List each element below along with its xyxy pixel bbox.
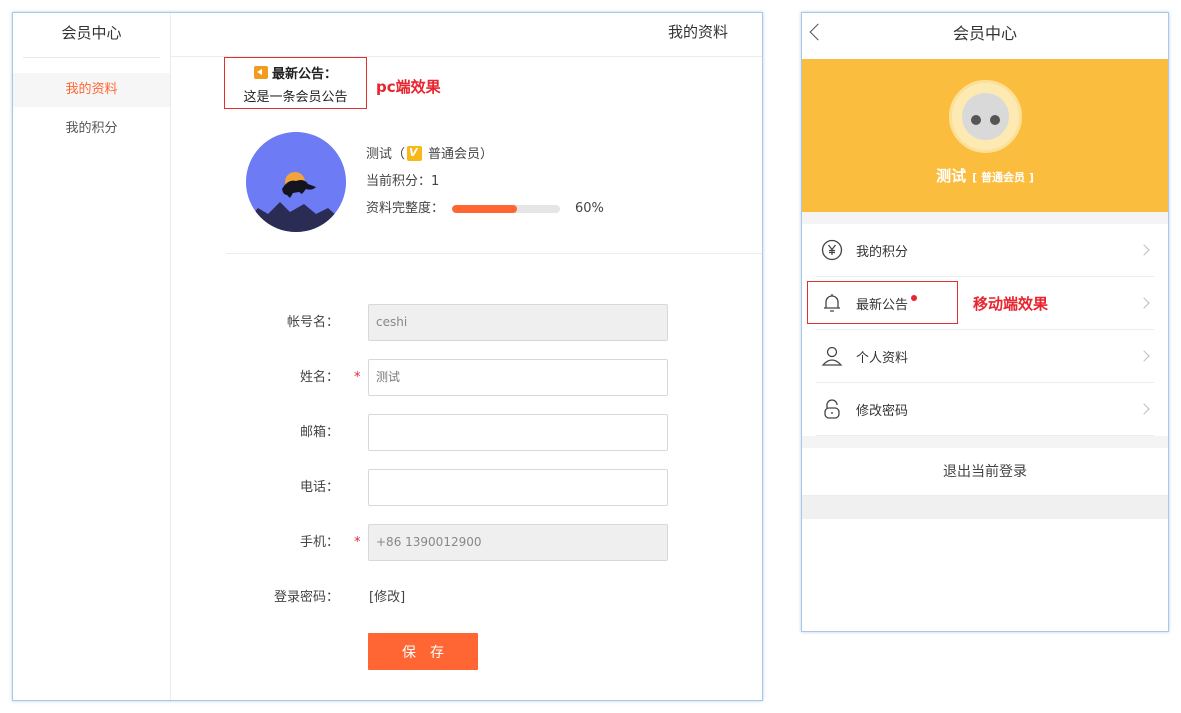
mobile-effect-tag: 移动端效果 [973, 295, 1049, 313]
change-password-link[interactable]: [修改] [369, 579, 405, 616]
mobile-panel: 会员中心 测试[ 普通会员 ] 我的积分 最新公告 个人资料 修改密码 移动端效… [801, 12, 1169, 632]
account-field: ceshi [368, 304, 668, 341]
form-row-email: 邮箱： [171, 414, 731, 451]
avatar [246, 132, 346, 232]
skull-icon [962, 93, 1009, 140]
form-row-name: 姓名： * 测试 [171, 359, 731, 396]
section-gap [802, 212, 1168, 224]
profile-name-suffix: ） [480, 147, 494, 162]
password-label: 登录密码： [273, 590, 339, 605]
phone-field[interactable] [368, 469, 668, 506]
divider [226, 253, 762, 254]
mobile-member-level: [ 普通会员 ] [972, 171, 1034, 184]
form-row-account: 帐号名： ceshi [171, 304, 731, 341]
name-label: 姓名： [299, 370, 339, 385]
footer-gap [802, 496, 1168, 519]
menu-item-password[interactable]: 修改密码 [816, 383, 1154, 436]
section-gap [802, 436, 1168, 448]
email-field[interactable] [368, 414, 668, 451]
completeness-progress-bar [452, 204, 561, 213]
notice-box: 最新公告： 这是一条会员公告 [224, 57, 367, 109]
member-level: 普通会员 [428, 147, 481, 162]
form-row-password: 登录密码： [修改] [171, 579, 731, 616]
sidebar-title: 会员中心 [23, 13, 160, 58]
required-mark: * [354, 370, 361, 385]
chevron-right-icon [1138, 403, 1150, 415]
profile-banner: 测试[ 普通会员 ] [802, 59, 1168, 212]
points-value: 1 [431, 174, 440, 189]
form-row-phone: 电话： [171, 469, 731, 506]
completeness-label: 资料完整度： [366, 201, 445, 216]
lock-icon [819, 396, 845, 422]
mobile-header: 会员中心 [802, 13, 1168, 59]
email-label: 邮箱： [299, 425, 339, 440]
back-icon[interactable] [809, 23, 827, 41]
pc-panel: 会员中心 我的资料 我的积分 我的资料 最新公告： 这是一条会员公告 pc端效果… [12, 12, 763, 701]
sidebar-item-profile[interactable]: 我的资料 [13, 73, 170, 107]
mobile-label: 手机： [299, 535, 339, 550]
notice-title: 最新公告： [271, 67, 337, 82]
main-content: 我的资料 最新公告： 这是一条会员公告 pc端效果 测试（ 普通会员） 当前积分：… [171, 13, 762, 700]
sidebar: 会员中心 我的资料 我的积分 [13, 13, 171, 700]
form-row-mobile: 手机： * +86 1390012900 [171, 524, 731, 561]
menu-item-points[interactable]: 我的积分 [816, 224, 1154, 277]
name-field[interactable]: 测试 [368, 359, 668, 396]
profile-name-prefix: 测试（ [366, 147, 406, 162]
mobile-notice-highlight [807, 281, 958, 324]
mobile-field: +86 1390012900 [368, 524, 668, 561]
profile-info: 测试（ 普通会员） 当前积分：1 资料完整度： 60% [366, 139, 604, 222]
yen-icon [819, 237, 845, 263]
mobile-user-name: 测试[ 普通会员 ] [936, 167, 1034, 185]
menu-item-profile[interactable]: 个人资料 [816, 330, 1154, 383]
completeness-percent: 60% [575, 201, 604, 216]
chevron-right-icon [1138, 350, 1150, 362]
points-label: 当前积分： [366, 174, 432, 189]
page-title: 我的资料 [171, 13, 762, 57]
mobile-avatar [949, 80, 1022, 153]
notice-text: 这是一条会员公告 [243, 90, 348, 105]
mobile-title: 会员中心 [952, 24, 1017, 43]
speaker-icon [253, 66, 268, 79]
logout-button[interactable]: 退出当前登录 [802, 448, 1168, 496]
required-mark: * [354, 535, 361, 550]
vip-icon [407, 139, 423, 166]
chevron-right-icon [1138, 297, 1150, 309]
completeness-progress-fill [452, 204, 517, 213]
user-icon [819, 343, 845, 369]
sidebar-item-points[interactable]: 我的积分 [13, 112, 170, 146]
phone-label: 电话： [299, 480, 339, 495]
chevron-right-icon [1138, 244, 1150, 256]
account-label: 帐号名： [286, 315, 339, 330]
save-button[interactable]: 保存 [368, 633, 478, 670]
pc-effect-tag: pc端效果 [376, 78, 441, 96]
